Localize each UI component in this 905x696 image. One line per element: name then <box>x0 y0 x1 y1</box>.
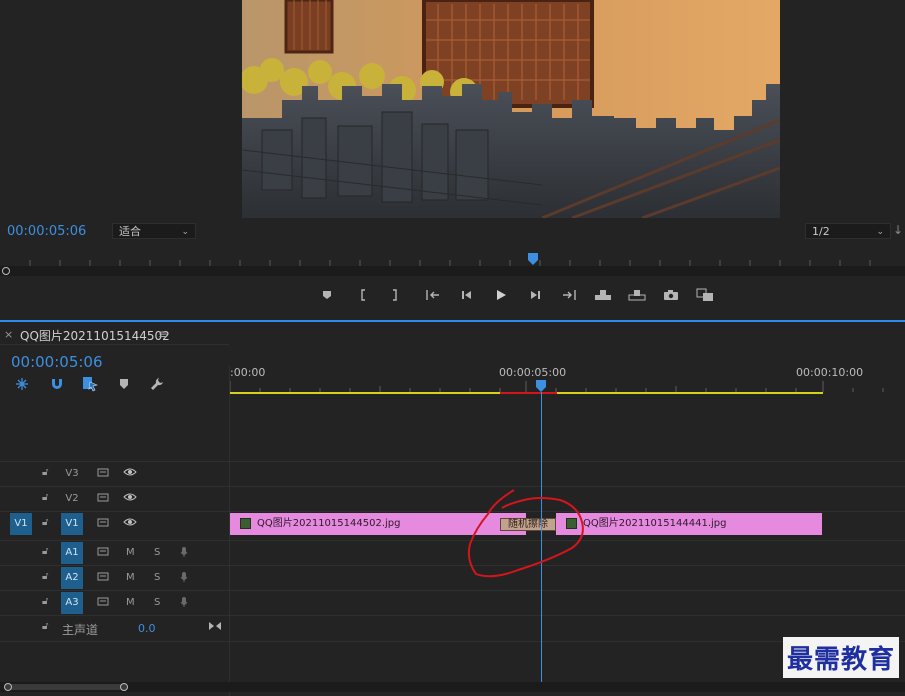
wrench-icon[interactable] <box>150 377 164 391</box>
fit-dropdown[interactable]: 适合 ⌄ <box>112 223 196 239</box>
linked-selection-icon[interactable] <box>82 376 98 392</box>
preview-frame-image <box>242 0 780 218</box>
resolution-dropdown[interactable]: 1/2 ⌄ <box>805 223 891 239</box>
solo-button[interactable]: S <box>154 597 160 608</box>
monitor-scrollbar[interactable] <box>0 266 905 276</box>
track-header-master: 🔓︎ 主声道 0.0 <box>0 615 229 642</box>
magnet-icon[interactable] <box>50 377 64 391</box>
track-header-v2: 🔓︎ V2 <box>0 486 229 512</box>
mute-button[interactable]: M <box>126 572 135 583</box>
clip-fx-badge <box>240 517 251 529</box>
video-clip-2[interactable]: QQ图片20211015144441.jpg <box>556 513 822 535</box>
track-label-v1[interactable]: V1 <box>61 513 83 535</box>
compare-icon[interactable] <box>696 287 714 303</box>
scroll-thumb[interactable] <box>4 684 128 690</box>
scroll-handle[interactable] <box>2 267 10 275</box>
monitor-timecode[interactable]: 00:00:05:06 <box>7 224 86 239</box>
eye-icon[interactable] <box>123 492 137 505</box>
clip-name: QQ图片20211015144441.jpg <box>583 518 727 529</box>
monitor-playhead[interactable] <box>528 253 538 265</box>
eye-icon[interactable] <box>123 517 137 530</box>
lock-icon[interactable]: 🔓︎ <box>42 596 48 607</box>
track-label-v3[interactable]: V3 <box>61 463 83 485</box>
lock-icon[interactable]: 🔓︎ <box>42 621 48 632</box>
video-preview <box>242 0 780 218</box>
microphone-icon[interactable] <box>180 596 188 611</box>
sequence-tab[interactable]: QQ图片20211015144502 <box>20 327 170 344</box>
timeline-scrollbar[interactable] <box>0 682 905 692</box>
settings-icon[interactable]: ↓ <box>893 223 903 237</box>
source-patch-v1[interactable]: V1 <box>10 513 32 535</box>
timeline-panel: × QQ图片20211015144502 ≡ 00:00:05:06 :00:0… <box>0 320 905 696</box>
resolution-dropdown-value: 1/2 <box>812 225 830 238</box>
track-label-a3[interactable]: A3 <box>61 592 83 614</box>
track-header-v3: 🔓︎ V3 <box>0 461 229 487</box>
mute-button[interactable]: M <box>126 597 135 608</box>
fit-dropdown-value: 适合 <box>119 225 141 238</box>
overwrite-icon[interactable] <box>628 287 646 303</box>
close-icon[interactable]: × <box>4 328 13 341</box>
go-to-edit-icon[interactable] <box>208 620 222 635</box>
zoom-handle-right[interactable] <box>120 683 128 691</box>
step-back-icon[interactable] <box>458 287 476 303</box>
out-point-icon[interactable] <box>386 287 404 303</box>
lock-icon[interactable]: 🔓︎ <box>42 546 48 557</box>
chevron-down-icon: ⌄ <box>181 227 189 237</box>
track-label-a1[interactable]: A1 <box>61 542 83 564</box>
clip-name: QQ图片20211015144502.jpg <box>257 518 401 529</box>
master-track-label: 主声道 <box>62 623 99 637</box>
in-point-icon[interactable] <box>354 287 372 303</box>
track-header-v1: V1 🔓︎ V1 <box>0 511 229 537</box>
program-monitor: 00:00:05:06 适合 ⌄ 1/2 ⌄ ↓ <box>0 0 905 320</box>
go-to-in-icon[interactable] <box>424 287 442 303</box>
insert-icon[interactable] <box>594 287 612 303</box>
watermark-logo: 最需教育 <box>782 637 899 678</box>
track-lane-a3[interactable] <box>230 590 905 616</box>
chevron-down-icon: ⌄ <box>876 227 884 237</box>
sync-lock-icon[interactable] <box>97 596 109 609</box>
microphone-icon[interactable] <box>180 571 188 586</box>
master-volume-value[interactable]: 0.0 <box>138 622 156 635</box>
timeline-timecode[interactable]: 00:00:05:06 <box>11 353 103 371</box>
track-label-v2[interactable]: V2 <box>61 488 83 510</box>
add-marker-icon[interactable] <box>119 378 129 390</box>
eye-icon[interactable] <box>123 467 137 480</box>
snap-icon[interactable] <box>15 377 29 391</box>
marker-icon[interactable] <box>318 287 336 303</box>
lock-icon[interactable]: 🔓︎ <box>42 517 48 528</box>
monitor-time-ruler[interactable] <box>0 252 905 266</box>
zoom-handle-left[interactable] <box>4 683 12 691</box>
panel-menu-icon[interactable]: ≡ <box>158 327 168 341</box>
export-frame-icon[interactable] <box>662 287 680 303</box>
track-header-a1: 🔓︎ A1 M S <box>0 540 229 566</box>
transport-controls <box>318 287 714 303</box>
lock-icon[interactable]: 🔓︎ <box>42 467 48 478</box>
go-to-out-icon[interactable] <box>560 287 578 303</box>
sync-lock-icon[interactable] <box>97 492 109 505</box>
timeline-playhead-handle[interactable] <box>535 379 547 393</box>
track-header-a3: 🔓︎ A3 M S <box>0 590 229 616</box>
sync-lock-icon[interactable] <box>97 571 109 584</box>
step-forward-icon[interactable] <box>526 287 544 303</box>
mute-button[interactable]: M <box>126 547 135 558</box>
track-header-a2: 🔓︎ A2 M S <box>0 565 229 591</box>
lock-icon[interactable]: 🔓︎ <box>42 492 48 503</box>
lock-icon[interactable]: 🔓︎ <box>42 571 48 582</box>
sync-lock-icon[interactable] <box>97 546 109 559</box>
play-icon[interactable] <box>492 287 510 303</box>
sync-lock-icon[interactable] <box>97 467 109 480</box>
red-annotation-circle <box>467 489 584 578</box>
microphone-icon[interactable] <box>180 546 188 561</box>
solo-button[interactable]: S <box>154 547 160 558</box>
track-label-a2[interactable]: A2 <box>61 567 83 589</box>
solo-button[interactable]: S <box>154 572 160 583</box>
tab-divider <box>0 344 229 345</box>
sync-lock-icon[interactable] <box>97 517 109 530</box>
render-bar-red <box>500 392 557 394</box>
